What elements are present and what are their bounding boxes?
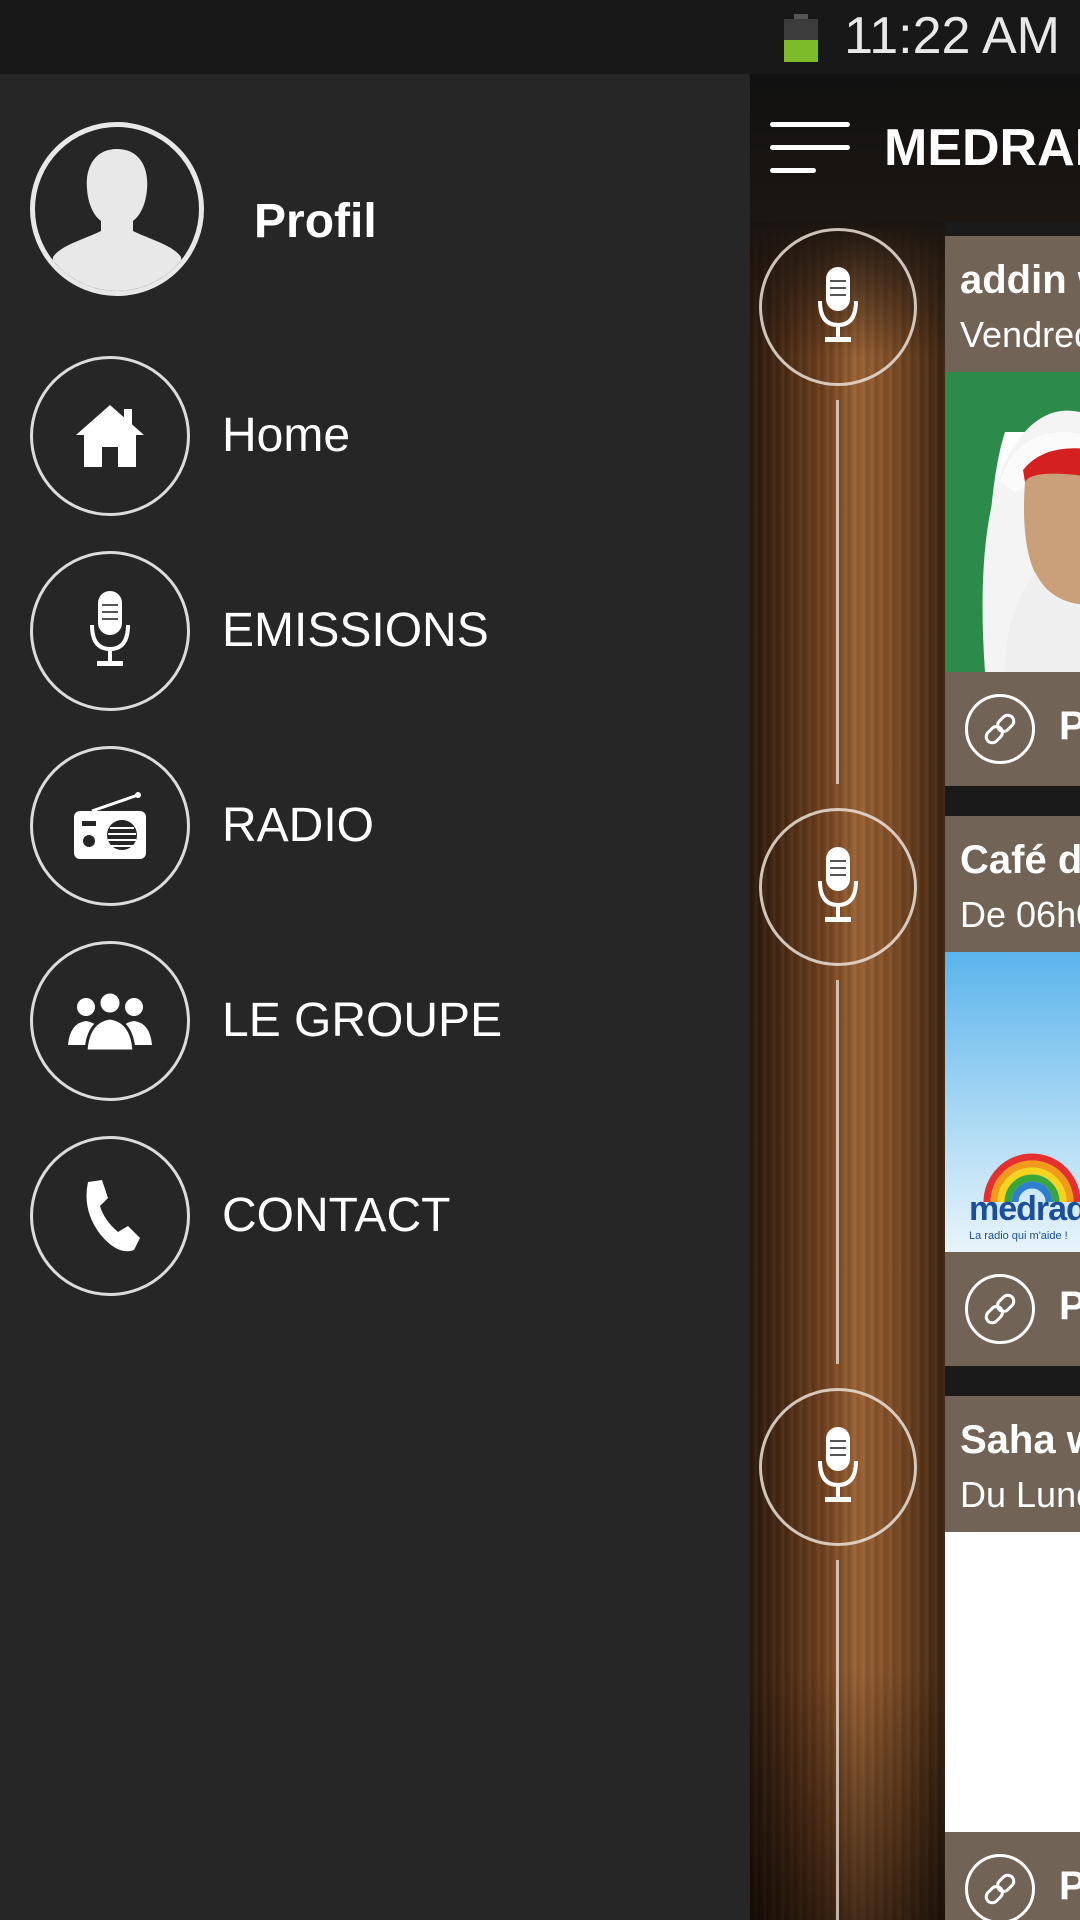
navigation-drawer: Profil Home EMISSIONS RADIO LE GROUPE CO…	[0, 74, 750, 1920]
timeline-microphone-icon[interactable]	[759, 1388, 917, 1546]
home-icon	[30, 356, 190, 516]
timeline-line	[836, 1560, 839, 1920]
logo-text: medrad	[969, 1190, 1080, 1228]
radio-icon	[30, 746, 190, 906]
show-footer-label: P	[1059, 704, 1080, 748]
link-icon[interactable]	[965, 1854, 1035, 1920]
nav-item-contact[interactable]: CONTACT	[30, 1136, 730, 1296]
show-image	[945, 372, 1080, 672]
show-image	[945, 1532, 1080, 1832]
nav-item-radio[interactable]: RADIO	[30, 746, 730, 906]
show-card-header: Saha w Du Lund	[945, 1396, 1080, 1532]
show-title: Café d	[960, 838, 1080, 882]
logo-tagline: La radio qui m'aide !	[969, 1230, 1068, 1242]
timeline-line	[836, 980, 839, 1364]
group-icon	[30, 941, 190, 1101]
profile-label[interactable]: Profil	[254, 194, 377, 249]
nav-item-home[interactable]: Home	[30, 356, 730, 516]
phone-icon	[30, 1136, 190, 1296]
nav-item-label: CONTACT	[222, 1189, 451, 1242]
show-subtitle: Du Lund	[960, 1474, 1080, 1515]
show-footer-label: P	[1059, 1284, 1080, 1328]
app-title: MEDRADIO	[884, 119, 1080, 177]
link-icon[interactable]	[965, 1274, 1035, 1344]
show-card-footer: P	[945, 1832, 1080, 1920]
microphone-icon	[30, 551, 190, 711]
main-content: MEDRADIO addin w Vendredi	[750, 74, 1080, 1920]
show-subtitle: De 06h0	[960, 894, 1080, 935]
nav-item-label: EMISSIONS	[222, 604, 489, 657]
show-title: Saha w	[960, 1418, 1080, 1462]
show-footer-label: P	[1059, 1864, 1080, 1908]
timeline-microphone-icon[interactable]	[759, 228, 917, 386]
timeline-microphone-icon[interactable]	[759, 808, 917, 966]
avatar[interactable]	[30, 122, 204, 296]
status-clock: 11:22 AM	[844, 7, 1060, 65]
nav-item-le-groupe[interactable]: LE GROUPE	[30, 941, 730, 1101]
timeline-line	[836, 400, 839, 784]
show-subtitle: Vendredi	[960, 314, 1080, 355]
show-image: medrad La radio qui m'aide !	[945, 952, 1080, 1252]
nav-item-emissions[interactable]: EMISSIONS	[30, 551, 730, 711]
nav-item-label: RADIO	[222, 799, 375, 852]
show-card-header: Café d De 06h0	[945, 816, 1080, 952]
hamburger-menu-icon[interactable]	[770, 122, 852, 174]
status-bar: 11:22 AM	[0, 0, 1080, 74]
user-silhouette-icon	[49, 149, 185, 291]
nav-item-label: Home	[222, 409, 351, 462]
link-icon[interactable]	[965, 694, 1035, 764]
show-card-footer: P	[945, 672, 1080, 786]
app-bar: MEDRADIO	[750, 74, 1080, 222]
nav-item-label: LE GROUPE	[222, 994, 503, 1047]
show-title: addin w	[960, 258, 1080, 302]
show-card-header: addin w Vendredi	[945, 236, 1080, 372]
show-card-footer: P	[945, 1252, 1080, 1366]
battery-icon	[784, 14, 818, 62]
